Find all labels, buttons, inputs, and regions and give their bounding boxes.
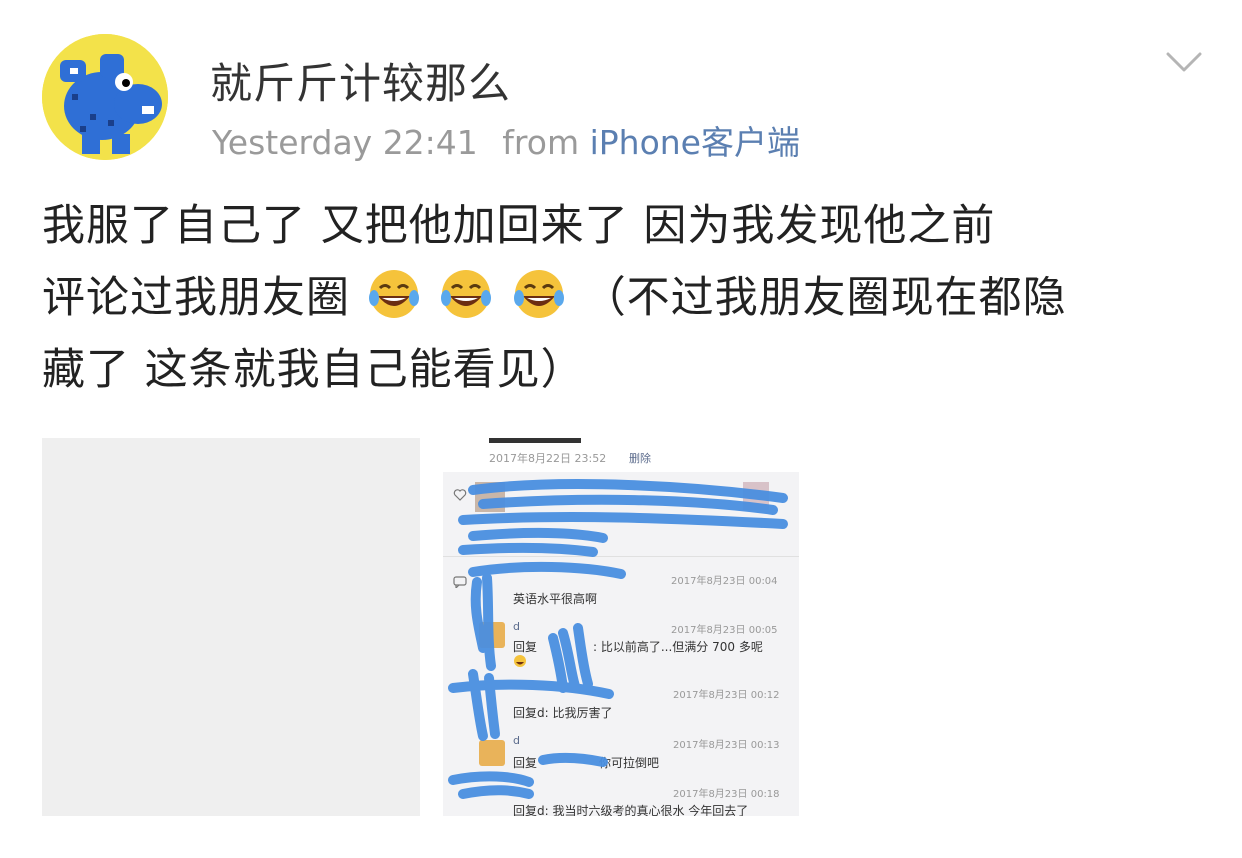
laugh-cry-emoji-icon bbox=[514, 270, 565, 318]
chevron-down-icon[interactable] bbox=[1166, 50, 1202, 76]
post-time: Yesterday 22:41 bbox=[212, 123, 478, 162]
post-line-3: 藏了 这条就我自己能看见） bbox=[42, 345, 585, 395]
post-line-2: 评论过我朋友圈 （不过我朋友圈现在都隐 bbox=[42, 262, 1212, 334]
post-line-1: 我服了自己了 又把他加回来了 因为我发现他之前 bbox=[42, 201, 996, 251]
laugh-cry-emoji-icon bbox=[441, 270, 492, 318]
post-line-2b: （不过我朋友圈现在都隐 bbox=[582, 273, 1067, 323]
post-source-link[interactable]: iPhone客户端 bbox=[590, 123, 800, 162]
username[interactable]: 就斤斤计较那么 bbox=[210, 50, 511, 111]
post-image-2[interactable]: 2017年8月22日 23:52 删除 2017年8月23日 00:04 英语水… bbox=[443, 438, 809, 816]
post-line-2a: 评论过我朋友圈 bbox=[42, 273, 350, 323]
laugh-cry-emoji-icon bbox=[368, 270, 419, 318]
avatar[interactable] bbox=[42, 34, 168, 160]
redaction-scribble bbox=[448, 479, 788, 799]
post-meta: Yesterday 22:41 from iPhone客户端 bbox=[212, 116, 800, 164]
post-image-1[interactable] bbox=[42, 438, 420, 816]
hippo-avatar-icon bbox=[42, 34, 168, 160]
from-label: from bbox=[502, 123, 580, 162]
post-body: 我服了自己了 又把他加回来了 因为我发现他之前 评论过我朋友圈 （不过我朋友圈现… bbox=[42, 190, 1212, 406]
